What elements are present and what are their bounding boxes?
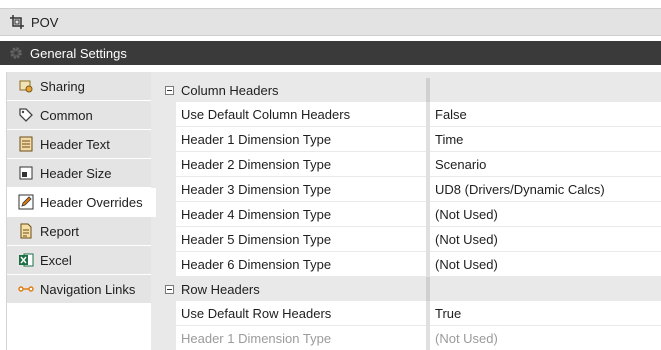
report-icon xyxy=(18,223,34,239)
settings-sidebar: Sharing Common Header Text Header Size H… xyxy=(6,72,156,350)
property-name: Header 2 Dimension Type xyxy=(176,152,426,177)
sidebar-item-header-text[interactable]: Header Text xyxy=(7,130,151,159)
general-settings-header[interactable]: General Settings xyxy=(0,41,661,65)
group-row-headers[interactable]: Row Headers xyxy=(160,277,661,301)
sidebar-item-label: Header Text xyxy=(40,136,110,152)
property-value[interactable]: (Not Used) xyxy=(430,202,661,227)
sidebar-item-label: Header Size xyxy=(40,165,112,181)
sidebar-item-label: Excel xyxy=(40,252,72,268)
property-value[interactable]: (Not Used) xyxy=(430,326,661,350)
edit-icon xyxy=(18,194,34,210)
property-value[interactable]: UD8 (Drivers/Dynamic Calcs) xyxy=(430,177,661,202)
property-name: Use Default Column Headers xyxy=(176,102,426,127)
property-name: Header 4 Dimension Type xyxy=(176,202,426,227)
group-title: Row Headers xyxy=(181,281,260,297)
sidebar-item-sharing[interactable]: Sharing xyxy=(7,72,151,101)
sidebar-item-label: Common xyxy=(40,107,93,123)
sidebar-item-label: Navigation Links xyxy=(40,281,136,297)
property-name: Header 1 Dimension Type xyxy=(176,326,426,350)
tag-icon xyxy=(18,107,34,123)
sidebar-item-label: Sharing xyxy=(40,78,85,94)
property-row[interactable]: Header 1 Dimension Type (Not Used) xyxy=(160,326,661,350)
link-icon xyxy=(18,281,34,297)
property-value[interactable]: Time xyxy=(430,127,661,152)
property-name: Header 3 Dimension Type xyxy=(176,177,426,202)
property-row[interactable]: Header 3 Dimension Type UD8 (Drivers/Dyn… xyxy=(160,177,661,202)
property-name: Header 6 Dimension Type xyxy=(176,252,426,277)
pov-header[interactable]: POV xyxy=(0,8,661,36)
gear-icon xyxy=(8,45,24,61)
sidebar-item-navigation-links[interactable]: Navigation Links xyxy=(7,275,151,304)
general-settings-title: General Settings xyxy=(30,45,127,61)
sidebar-item-header-size[interactable]: Header Size xyxy=(7,159,151,188)
sidebar-item-label: Header Overrides xyxy=(40,194,143,210)
property-row[interactable]: Use Default Column Headers False xyxy=(160,102,661,127)
property-name: Header 1 Dimension Type xyxy=(176,127,426,152)
group-column-headers[interactable]: Column Headers xyxy=(160,78,661,102)
pov-crop-icon xyxy=(9,14,25,30)
property-value[interactable]: Scenario xyxy=(430,152,661,177)
document-text-icon xyxy=(18,136,34,152)
collapse-toggle[interactable] xyxy=(165,284,174,294)
property-row[interactable]: Use Default Row Headers True xyxy=(160,301,661,326)
property-value[interactable]: False xyxy=(430,102,661,127)
property-row[interactable]: Header 5 Dimension Type (Not Used) xyxy=(160,227,661,252)
property-row[interactable]: Header 4 Dimension Type (Not Used) xyxy=(160,202,661,227)
sidebar-item-report[interactable]: Report xyxy=(7,217,151,246)
excel-icon xyxy=(18,252,34,268)
property-name: Header 5 Dimension Type xyxy=(176,227,426,252)
property-row[interactable]: Header 6 Dimension Type (Not Used) xyxy=(160,252,661,277)
group-title: Column Headers xyxy=(181,82,279,98)
property-name: Use Default Row Headers xyxy=(176,301,426,326)
property-grid-panel: Column Headers Use Default Column Header… xyxy=(151,72,661,350)
collapse-toggle[interactable] xyxy=(165,85,174,95)
sidebar-item-common[interactable]: Common xyxy=(7,101,151,130)
sidebar-item-header-overrides[interactable]: Header Overrides xyxy=(7,188,156,217)
property-grid: Column Headers Use Default Column Header… xyxy=(160,78,661,350)
sharing-icon xyxy=(18,78,34,94)
property-value[interactable]: (Not Used) xyxy=(430,227,661,252)
resize-icon xyxy=(18,165,34,181)
property-value[interactable]: (Not Used) xyxy=(430,252,661,277)
pov-title: POV xyxy=(31,14,59,30)
property-row[interactable]: Header 1 Dimension Type Time xyxy=(160,127,661,152)
sidebar-item-label: Report xyxy=(40,223,80,239)
property-row[interactable]: Header 2 Dimension Type Scenario xyxy=(160,152,661,177)
property-value[interactable]: True xyxy=(430,301,661,326)
sidebar-item-excel[interactable]: Excel xyxy=(7,246,151,275)
